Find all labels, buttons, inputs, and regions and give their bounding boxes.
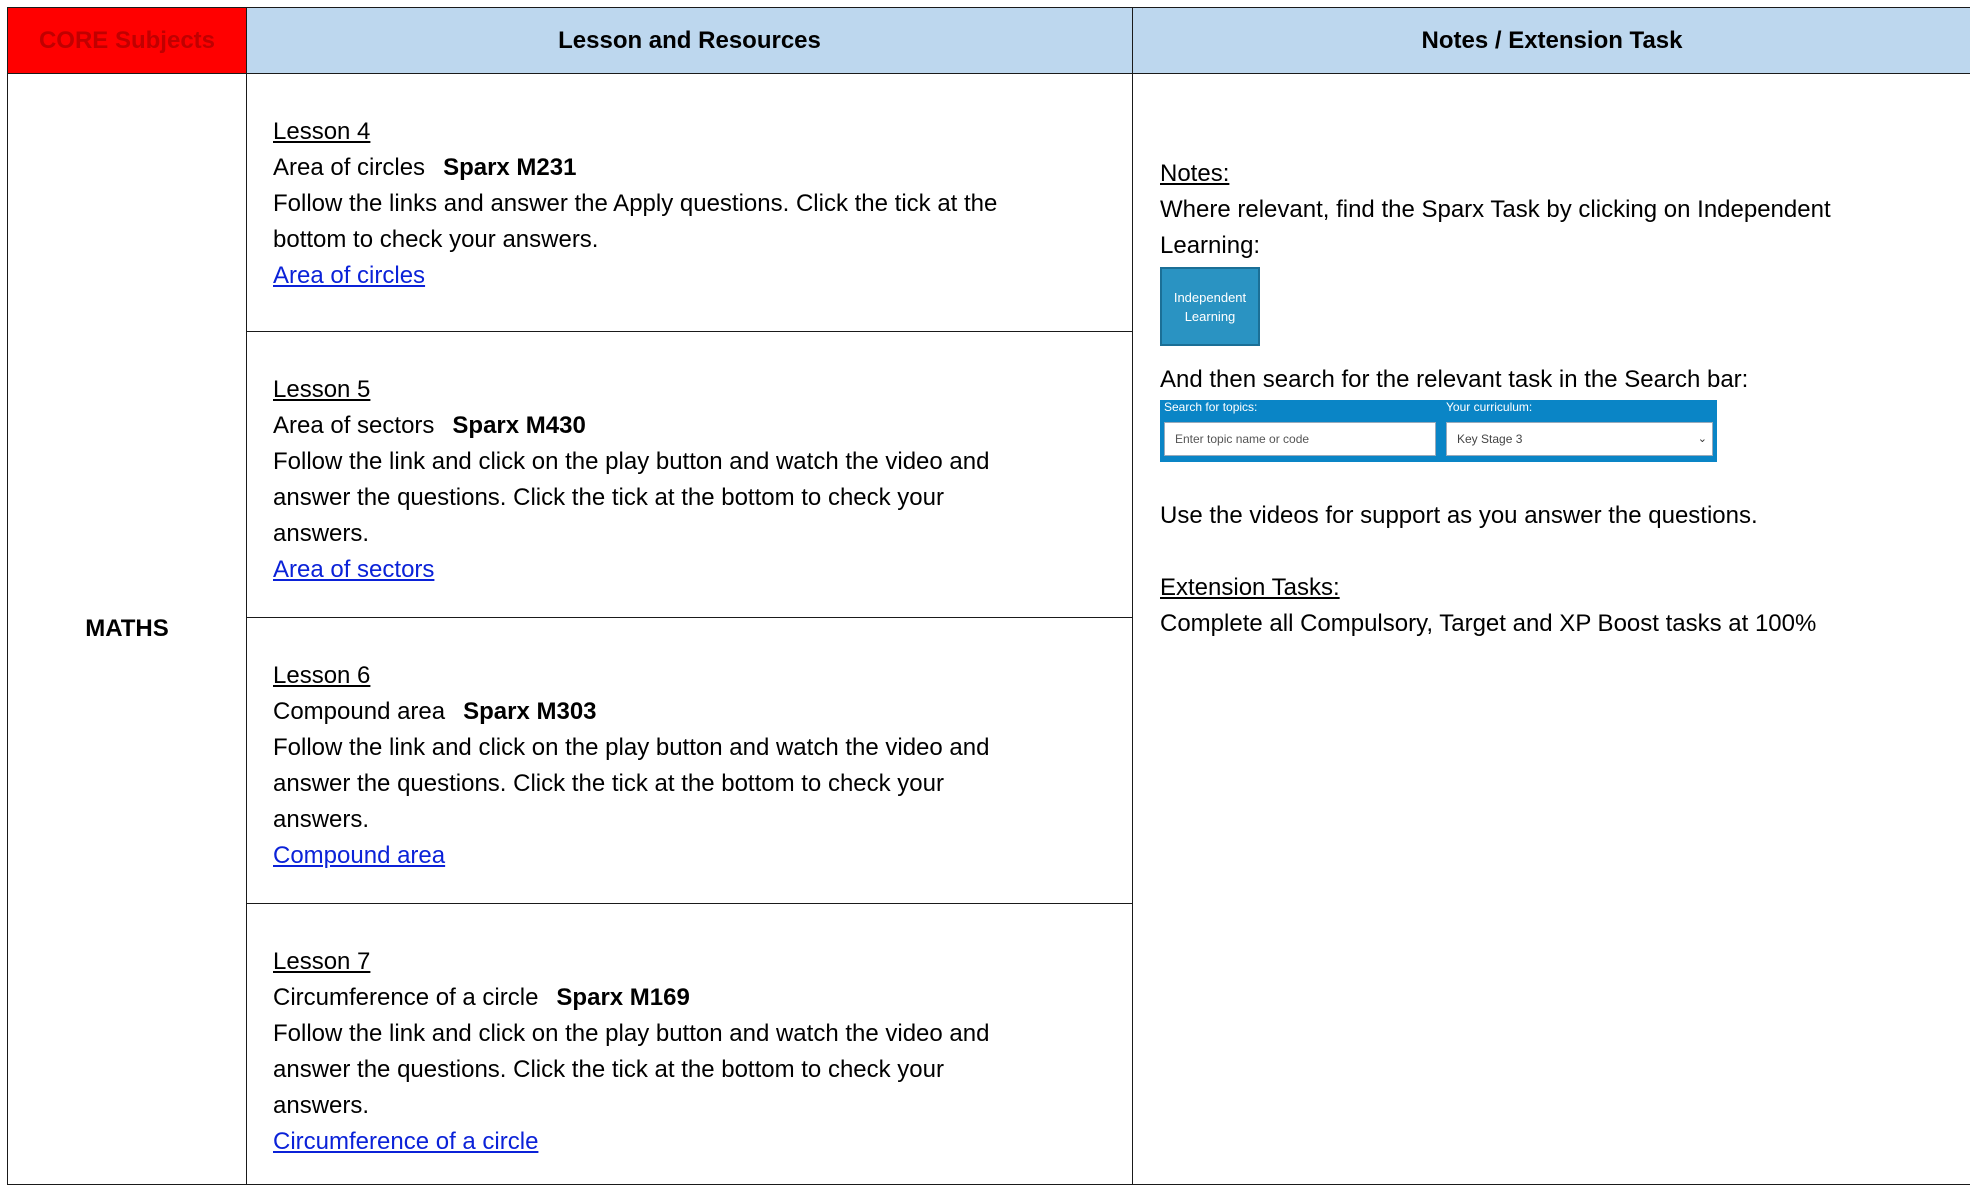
lesson-topic: Compound area [273,698,446,725]
lesson-topic: Circumference of a circle [273,984,539,1011]
instruction-line: bottom to check your answers. [273,226,599,253]
search-label: Search for topics: [1164,400,1258,414]
lesson-cell: Lesson 7 Circumference of a circle Sparx … [246,903,1133,1185]
lesson-resources-header: Lesson and Resources [246,7,1133,74]
curriculum-value: Key Stage 3 [1457,432,1523,446]
lesson-link[interactable]: Area of sectors [273,556,434,583]
instruction-line: Follow the link and click on the play bu… [273,448,990,475]
notes-heading: Notes: [1160,160,1230,187]
curriculum-select[interactable]: Key Stage 3 ⌄ [1446,422,1713,456]
tile-label: Independent [1173,289,1247,305]
lesson-link[interactable]: Compound area [273,842,445,869]
notes-line: Where relevant, find the Sparx Task by c… [1160,196,1831,223]
extension-task: Complete all Compulsory, Target and XP B… [1160,610,1817,637]
sparx-code: Sparx M169 [556,984,690,1011]
lesson-topic: Area of sectors [273,412,435,439]
lesson-table: CORE Subjects Lesson and Resources Notes… [7,7,1970,1185]
lesson-title: Lesson 6 [273,662,371,689]
lesson-title: Lesson 4 [273,118,371,145]
search-input[interactable]: Enter topic name or code [1164,422,1436,456]
sparx-search-bar: Search for topics: Your curriculum: Ente… [1160,400,1717,462]
sparx-code: Sparx M430 [452,412,586,439]
curriculum-label: Your curriculum: [1446,400,1533,414]
lesson-topic-row: Compound area Sparx M303 [273,694,1106,730]
lesson-link[interactable]: Circumference of a circle [273,1128,538,1155]
instruction-line: Follow the links and answer the Apply qu… [273,190,998,217]
instruction-line: Follow the link and click on the play bu… [273,734,990,761]
instruction-line: answer the questions. Click the tick at … [273,1056,944,1083]
notes-line: Learning: [1160,232,1261,259]
subject-cell: MATHS [7,73,247,1185]
lesson-topic-row: Circumference of a circle Sparx M169 [273,980,1106,1016]
lesson-title: Lesson 5 [273,376,371,403]
lesson-topic: Area of circles [273,154,426,181]
sparx-code: Sparx M303 [463,698,597,725]
instruction-line: Follow the link and click on the play bu… [273,1020,990,1047]
notes-cell: Notes: Where relevant, find the Sparx Ta… [1132,73,1970,1185]
lesson-cell: Lesson 5 Area of sectors Sparx M430 Follo… [246,331,1133,618]
instruction-line: answer the questions. Click the tick at … [273,484,944,511]
lesson-topic-row: Area of sectors Sparx M430 [273,408,1106,444]
instruction-line: answers. [273,1092,370,1119]
lesson-cell: Lesson 6 Compound area Sparx M303 Follow … [246,617,1133,904]
sparx-code: Sparx M231 [443,154,577,181]
tile-label: Learning [1184,308,1236,324]
extension-heading: Extension Tasks: [1160,574,1340,601]
core-subjects-header: CORE Subjects [7,7,247,74]
videos-note: Use the videos for support as you answer… [1160,502,1758,529]
instruction-line: answer the questions. Click the tick at … [273,770,944,797]
lesson-title: Lesson 7 [273,948,371,975]
lesson-topic-row: Area of circles Sparx M231 [273,150,1106,186]
notes-extension-header: Notes / Extension Task [1132,7,1970,74]
search-intro: And then search for the relevant task in… [1160,366,1749,393]
independent-learning-button[interactable]: Independent Learning [1160,267,1260,346]
instruction-line: answers. [273,806,370,833]
instruction-line: answers. [273,520,370,547]
lesson-cell: Lesson 4 Area of circles Sparx M231 Follo… [246,73,1133,332]
lesson-link[interactable]: Area of circles [273,262,425,289]
chevron-down-icon: ⌄ [1697,433,1707,445]
